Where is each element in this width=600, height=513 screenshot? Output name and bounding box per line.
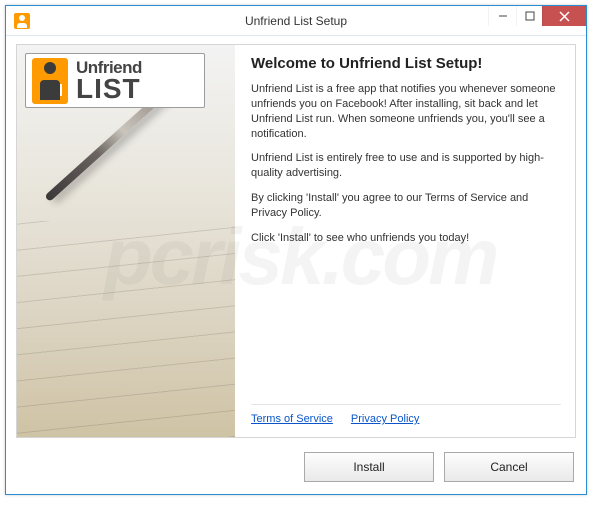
description-2: Unfriend List is entirely free to use an… — [251, 151, 561, 181]
logo-person-icon — [32, 58, 68, 104]
minimize-button[interactable] — [488, 6, 516, 26]
terms-of-service-link[interactable]: Terms of Service — [251, 413, 333, 425]
legal-links: Terms of Service Privacy Policy — [251, 404, 561, 429]
paper-texture — [17, 221, 235, 437]
description-1: Unfriend List is a free app that notifie… — [251, 82, 561, 141]
logo-text: Unfriend LIST — [76, 59, 142, 101]
cancel-button[interactable]: Cancel — [444, 452, 574, 482]
setup-window: Unfriend List Setup Unfriend LIST — [5, 5, 587, 495]
welcome-heading: Welcome to Unfriend List Setup! — [251, 55, 561, 72]
description-3: By clicking 'Install' you agree to our T… — [251, 191, 561, 221]
minimize-icon — [498, 11, 508, 21]
close-button[interactable] — [542, 6, 586, 26]
main-panel: Welcome to Unfriend List Setup! Unfriend… — [235, 45, 575, 437]
product-logo: Unfriend LIST — [25, 53, 205, 108]
button-bar: Install Cancel — [304, 452, 574, 482]
description-4: Click 'Install' to see who unfriends you… — [251, 231, 561, 246]
install-button[interactable]: Install — [304, 452, 434, 482]
content-panel: Unfriend LIST Welcome to Unfriend List S… — [16, 44, 576, 438]
window-controls — [488, 6, 586, 28]
maximize-button[interactable] — [516, 6, 542, 26]
sidebar-image: Unfriend LIST — [17, 45, 235, 437]
maximize-icon — [525, 11, 535, 21]
privacy-policy-link[interactable]: Privacy Policy — [351, 413, 419, 425]
logo-line2: LIST — [76, 76, 142, 101]
close-icon — [559, 11, 570, 22]
titlebar: Unfriend List Setup — [6, 6, 586, 36]
app-icon — [14, 13, 30, 29]
